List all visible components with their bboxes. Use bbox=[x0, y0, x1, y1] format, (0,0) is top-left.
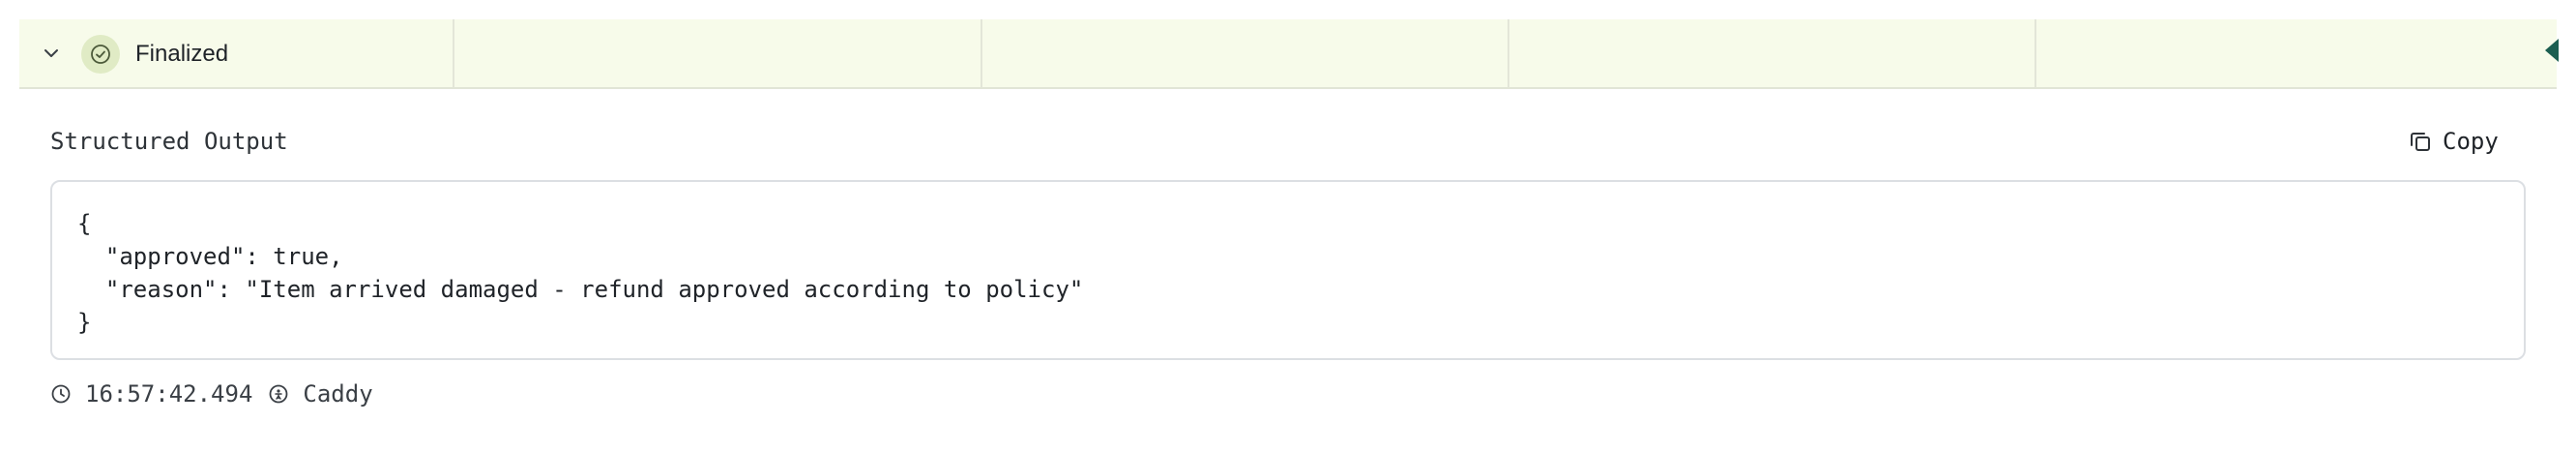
timeline-marker bbox=[2545, 39, 2559, 62]
agent-icon bbox=[268, 383, 289, 405]
timestamp: 16:57:42.494 bbox=[85, 380, 253, 408]
status-label: Finalized bbox=[135, 41, 229, 67]
step-header[interactable]: Finalized bbox=[19, 19, 453, 87]
structured-output-code: { "approved": true, "reason": "Item arri… bbox=[50, 180, 2526, 360]
agent-name: Caddy bbox=[303, 380, 373, 408]
finalized-step-row[interactable]: Finalized bbox=[19, 19, 2559, 89]
code-line: "approved": true, bbox=[77, 243, 343, 270]
column-divider bbox=[2034, 19, 2036, 87]
section-title: Structured Output bbox=[50, 128, 288, 155]
step-meta: 16:57:42.494 Caddy bbox=[50, 378, 373, 410]
column-divider bbox=[453, 19, 454, 87]
column-divider bbox=[981, 19, 982, 87]
chevron-down-icon[interactable] bbox=[41, 43, 62, 64]
clock-icon bbox=[50, 383, 72, 405]
code-line: } bbox=[77, 309, 92, 336]
copy-button[interactable]: Copy bbox=[2408, 122, 2499, 161]
code-line: "reason": "Item arrived damaged - refund… bbox=[77, 276, 1084, 303]
column-divider bbox=[1508, 19, 1509, 87]
code-line: { bbox=[77, 210, 92, 237]
copy-icon bbox=[2408, 129, 2433, 154]
copy-label: Copy bbox=[2443, 128, 2499, 155]
check-circle-icon bbox=[81, 35, 120, 74]
